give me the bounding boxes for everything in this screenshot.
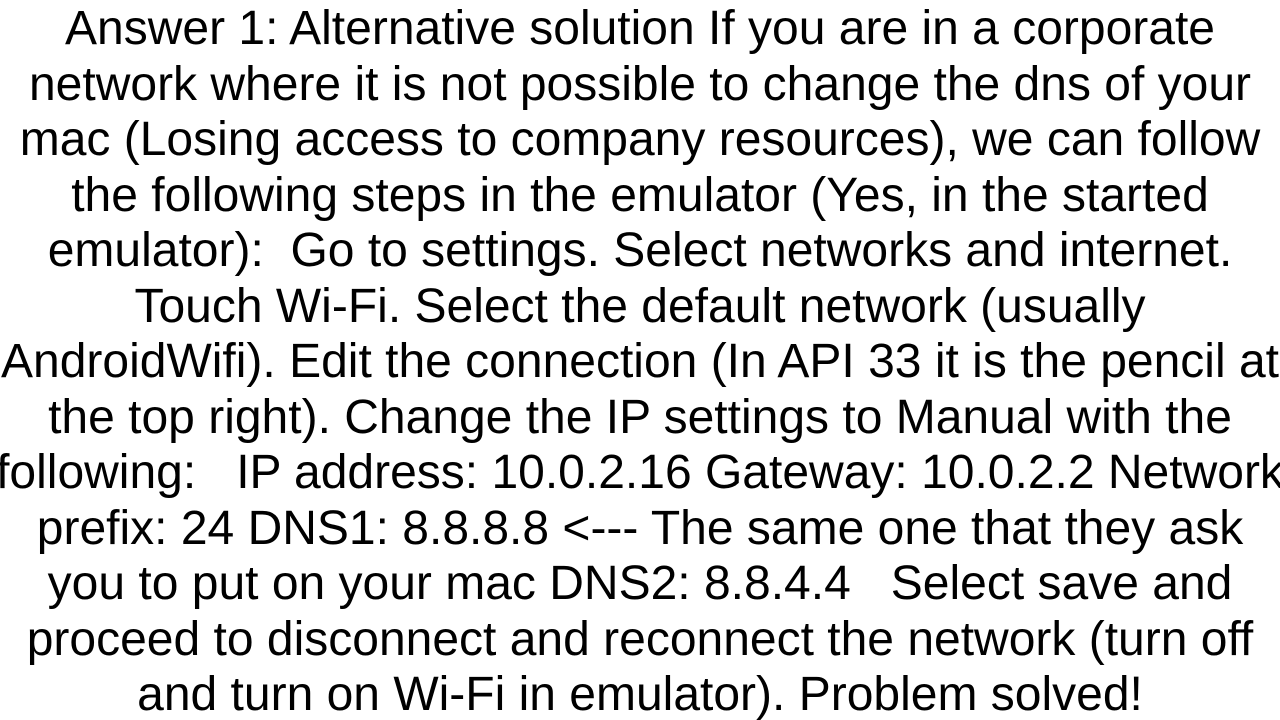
answer-body-text: Answer 1: Alternative solution If you ar… bbox=[0, 2, 1280, 720]
answer-page: Answer 1: Alternative solution If you ar… bbox=[0, 0, 1280, 720]
